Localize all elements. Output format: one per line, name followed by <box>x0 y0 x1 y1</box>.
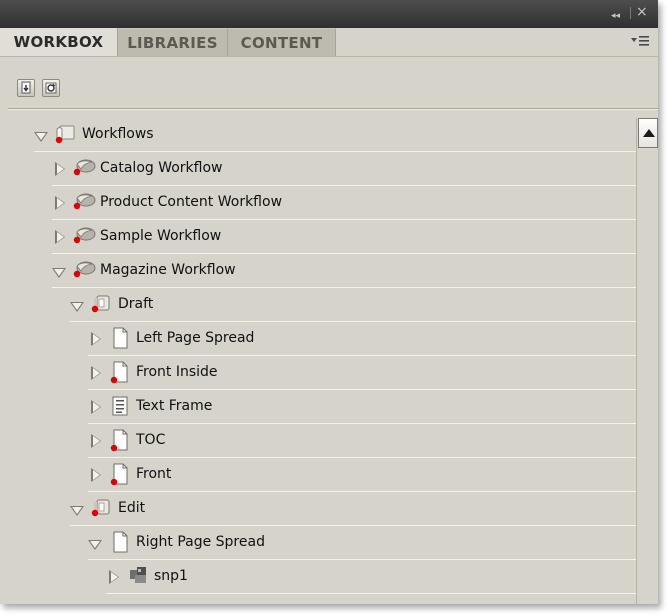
tree-row[interactable]: Edit <box>0 492 636 526</box>
tree-item-label: Right Page Spread <box>136 534 265 550</box>
tree-item-label: Product Content Workflow <box>100 194 283 210</box>
collapsed-triangle-icon[interactable] <box>91 400 101 414</box>
tab-libraries[interactable]: LIBRARIES <box>118 28 228 56</box>
workflow-icon <box>72 156 96 182</box>
tree-row[interactable]: Workflows <box>0 118 636 152</box>
tree-row[interactable]: snp1 <box>0 560 636 594</box>
expanded-triangle-icon[interactable] <box>52 268 66 278</box>
close-panel-icon[interactable]: × <box>636 4 648 20</box>
scroll-up-button[interactable] <box>638 118 658 148</box>
checkin-button[interactable] <box>17 79 35 97</box>
page-icon <box>108 462 132 490</box>
page-icon <box>108 428 132 456</box>
expanded-triangle-icon[interactable] <box>34 132 48 142</box>
collapsed-triangle-icon[interactable] <box>91 434 101 448</box>
collapsed-triangle-icon[interactable] <box>55 162 65 176</box>
collapsed-triangle-icon[interactable] <box>91 332 101 346</box>
tree-item-label: Catalog Workflow <box>100 160 223 176</box>
tree-item-label: snp1 <box>154 568 188 584</box>
tree-row[interactable]: Product Content Workflow <box>0 186 636 220</box>
tree-item-label: Draft <box>118 296 154 312</box>
workbox-panel: ◂◂ × WORKBOX LIBRARIES CONTENT Workflows… <box>0 0 658 604</box>
tree-item-label: TOC <box>136 432 166 448</box>
tree-item-label: Front <box>136 466 172 482</box>
tree-row[interactable]: Magazine Workflow <box>0 254 636 288</box>
expanded-triangle-icon[interactable] <box>70 302 84 312</box>
workbox-toolbar <box>0 57 658 107</box>
tree-item-label: Edit <box>118 500 146 516</box>
collapsed-triangle-icon[interactable] <box>55 196 65 210</box>
tree-row[interactable]: Front <box>0 458 636 492</box>
collapsed-triangle-icon[interactable] <box>55 230 65 244</box>
tree-row[interactable]: Catalog Workflow <box>0 152 636 186</box>
tree-item-label: Left Page Spread <box>136 330 255 346</box>
titlebar-divider <box>630 7 631 19</box>
stage-icon <box>90 292 114 318</box>
panel-menu-icon[interactable] <box>630 34 650 52</box>
refresh-button[interactable] <box>42 79 60 97</box>
row-divider <box>106 593 636 594</box>
tree-row[interactable]: Right Page Spread <box>0 526 636 560</box>
tree-row[interactable]: Draft <box>0 288 636 322</box>
tree-item-label: Text Frame <box>136 398 213 414</box>
tree-item-label: Magazine Workflow <box>100 262 236 278</box>
tree-row[interactable]: Sample Workflow <box>0 220 636 254</box>
snippet-icon <box>126 564 152 590</box>
tree-row[interactable]: Front Inside <box>0 356 636 390</box>
workflows-folder-icon <box>54 122 78 148</box>
collapsed-triangle-icon[interactable] <box>91 468 101 482</box>
page-icon <box>108 530 132 558</box>
page-icon <box>108 326 132 354</box>
workflow-icon <box>72 190 96 216</box>
workflow-tree[interactable]: Workflows Catalog Workflow Product Conte… <box>0 118 636 604</box>
collapsed-triangle-icon[interactable] <box>91 366 101 380</box>
collapsed-triangle-icon[interactable] <box>109 570 119 584</box>
workflow-icon <box>72 258 96 284</box>
page-icon <box>108 360 132 388</box>
text-frame-icon <box>108 394 132 422</box>
tab-workbox[interactable]: WORKBOX <box>0 28 118 56</box>
expanded-triangle-icon[interactable] <box>70 506 84 516</box>
toolbar-separator <box>8 108 658 109</box>
tree-row[interactable]: TOC <box>0 424 636 458</box>
expanded-triangle-icon[interactable] <box>88 540 102 550</box>
tree-scrollbar[interactable] <box>636 118 658 604</box>
collapse-panel-icon[interactable]: ◂◂ <box>611 8 620 24</box>
panel-tabbar: WORKBOX LIBRARIES CONTENT <box>0 28 658 57</box>
panel-titlebar: ◂◂ × <box>0 0 658 28</box>
stage-icon <box>90 496 114 522</box>
tree-row[interactable]: Text Frame <box>0 390 636 424</box>
workflow-icon <box>72 224 96 250</box>
tree-row[interactable]: Left Page Spread <box>0 322 636 356</box>
tree-item-label: Sample Workflow <box>100 228 222 244</box>
tab-content[interactable]: CONTENT <box>228 28 336 56</box>
tree-item-label: Workflows <box>82 126 154 142</box>
tree-item-label: Front Inside <box>136 364 218 380</box>
